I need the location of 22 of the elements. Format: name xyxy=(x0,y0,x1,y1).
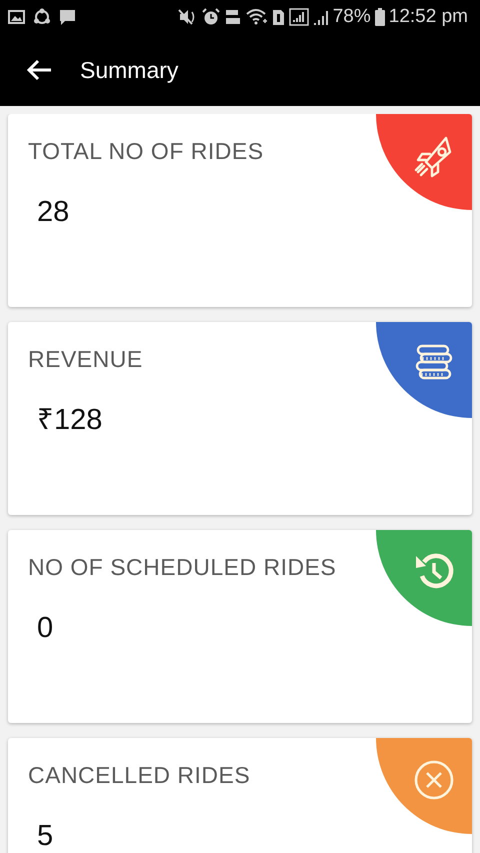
share-icon xyxy=(33,8,51,26)
screen-title: Summary xyxy=(80,56,178,85)
cancel-icon xyxy=(412,758,456,802)
alarm-icon xyxy=(202,8,220,26)
message-icon xyxy=(59,8,76,26)
signal-icon xyxy=(312,8,329,26)
card-value: 28 xyxy=(37,194,70,230)
card-title: CANCELLED RIDES xyxy=(28,761,250,790)
card-title: NO OF SCHEDULED RIDES xyxy=(28,553,336,582)
card-value: 5 xyxy=(37,818,54,853)
image-icon xyxy=(8,10,25,24)
card-value: 0 xyxy=(37,610,54,646)
battery-icon xyxy=(374,8,385,26)
signal-icon xyxy=(288,8,309,26)
battery-percent: 78% xyxy=(332,4,371,29)
wifi-icon xyxy=(246,8,268,26)
card-title: TOTAL NO OF RIDES xyxy=(28,137,264,166)
card-title: REVENUE xyxy=(28,345,143,374)
sim-icon xyxy=(272,8,285,26)
card-value: ₹128 xyxy=(37,402,102,438)
clock-time: 12:52 pm xyxy=(388,4,468,29)
back-arrow-icon[interactable] xyxy=(26,59,52,81)
